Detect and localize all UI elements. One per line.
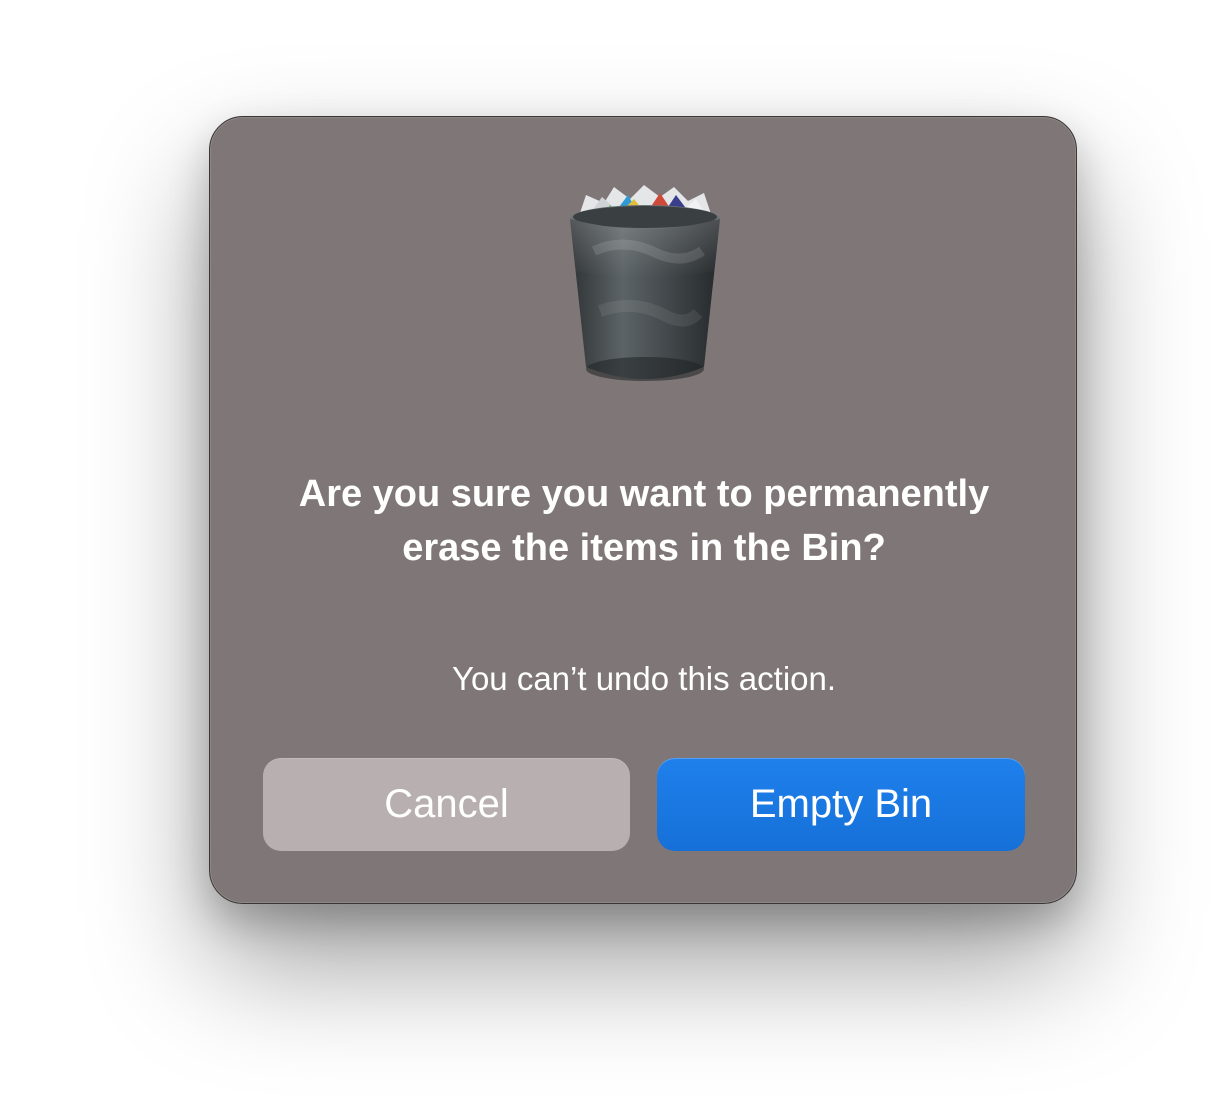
cancel-button[interactable]: Cancel bbox=[263, 758, 630, 851]
trash-bin-full-icon bbox=[564, 181, 726, 391]
alert-message: You can’t undo this action. bbox=[451, 660, 837, 697]
alert-title: Are you sure you want to permanently era… bbox=[298, 473, 990, 569]
empty-bin-button[interactable]: Empty Bin bbox=[657, 758, 1025, 851]
empty-bin-alert-dialog: Are you sure you want to permanently era… bbox=[209, 116, 1077, 904]
